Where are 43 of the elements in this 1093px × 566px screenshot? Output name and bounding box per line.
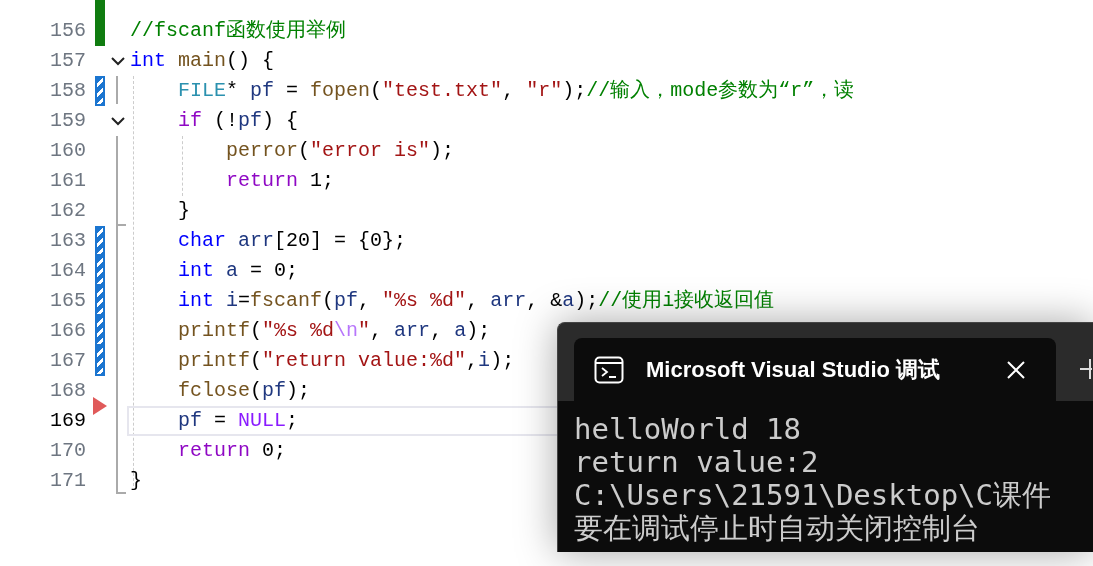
code-line: int a = 0; (177, 258, 299, 284)
line-number: 160 (49, 138, 86, 164)
code-line: } (177, 198, 190, 224)
code-line: fclose(pf); (177, 378, 311, 404)
code-line: return 1; (225, 168, 335, 194)
line-number: 168 (49, 378, 86, 404)
close-icon[interactable] (1006, 359, 1026, 380)
console-output-line: helloWorld 18 (574, 413, 802, 446)
line-number: 162 (49, 198, 86, 224)
line-number: 166 (49, 318, 86, 344)
code-line: int i=fscanf(pf, "%s %d", arr, &a);//使用i接收返回值 (177, 288, 775, 314)
new-tab-icon[interactable] (1080, 358, 1092, 379)
line-number: 163 (49, 228, 86, 254)
line-number: 157 (49, 48, 86, 74)
line-number: 170 (49, 438, 86, 464)
console-tab[interactable]: Microsoft Visual Studio 调试 (574, 338, 1056, 401)
code-line: } (130, 468, 142, 494)
line-number: 156 (49, 18, 86, 44)
console-output-line: return value:2 (574, 446, 820, 479)
code-line: //fscanf函数使用举例 (130, 18, 346, 44)
terminal-icon (594, 355, 624, 384)
collapse-chevron-icon[interactable] (110, 114, 125, 128)
line-number: 171 (49, 468, 86, 494)
line-number: 158 (49, 78, 86, 104)
code-line: if (!pf) { (177, 108, 299, 134)
line-number: 161 (49, 168, 86, 194)
tab-title: Microsoft Visual Studio 调试 (646, 356, 941, 384)
line-number: 167 (49, 348, 86, 374)
line-number: 169 (49, 408, 86, 434)
console-output-line: 要在调试停止时自动关闭控制台 (574, 512, 981, 545)
code-line: printf("return value:%d",i); (177, 348, 515, 374)
line-number: 165 (49, 288, 86, 314)
line-number: 164 (49, 258, 86, 284)
console-output-line: C:\Users\21591\Desktop\C课件 (574, 479, 1053, 512)
code-line: FILE* pf = fopen("test.txt", "r");//输入，mode参数为“r”，读 (177, 78, 855, 104)
code-line: char arr[20] = {0}; (177, 228, 407, 254)
line-number: 159 (49, 108, 86, 134)
code-line: pf = NULL; (177, 408, 299, 434)
code-line: perror("error is"); (225, 138, 455, 164)
code-line: return 0; (177, 438, 287, 464)
code-line: int main() { (130, 48, 275, 74)
code-line: printf("%s %d\n", arr, a); (177, 318, 491, 344)
collapse-chevron-icon[interactable] (110, 54, 125, 68)
